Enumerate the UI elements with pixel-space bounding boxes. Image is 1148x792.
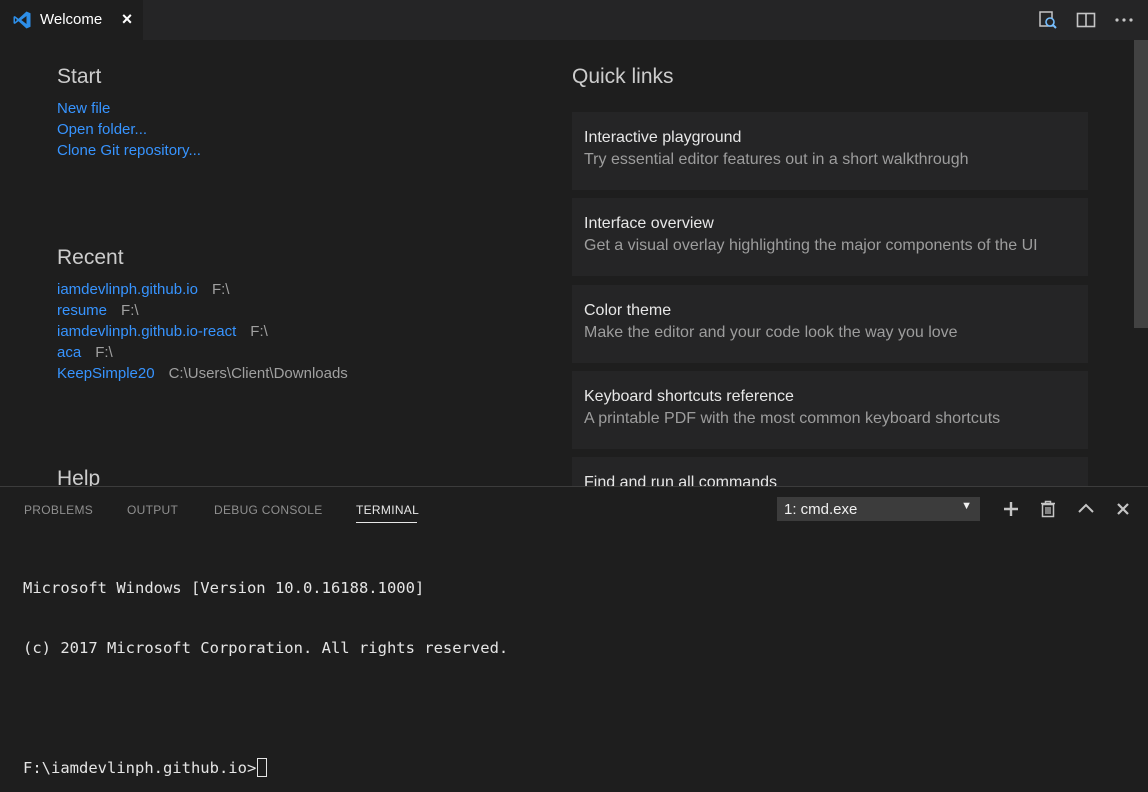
recent-item-link[interactable]: resume — [57, 302, 107, 319]
terminal-output[interactable]: Microsoft Windows [Version 10.0.16188.10… — [23, 538, 508, 792]
quick-link-desc: Try essential editor features out in a s… — [584, 151, 969, 168]
quick-link-title: Interactive playground — [584, 129, 742, 146]
quick-link-title: Color theme — [584, 302, 672, 319]
tab-output[interactable]: OUTPUT — [127, 503, 178, 517]
bottom-panel: PROBLEMS OUTPUT DEBUG CONSOLE TERMINAL 1… — [0, 486, 1148, 792]
recent-item-path: F:\ — [211, 281, 230, 298]
recent-title: Recent — [57, 246, 124, 269]
quick-link-card-interface-overview[interactable]: Interface overview Get a visual overlay … — [572, 198, 1088, 276]
quick-link-card-find-commands[interactable]: Find and run all commands — [572, 457, 1088, 486]
quick-link-title: Interface overview — [584, 215, 714, 232]
open-folder-link[interactable]: Open folder... — [57, 121, 147, 138]
recent-item-path: F:\ — [250, 323, 268, 340]
close-icon[interactable] — [1113, 499, 1133, 519]
quick-link-desc: Get a visual overlay highlighting the ma… — [584, 237, 1038, 254]
terminal-line: Microsoft Windows [Version 10.0.16188.10… — [23, 579, 425, 597]
dropdown-arrow-icon: ▼ — [961, 500, 972, 512]
welcome-page: Start New file Open folder... Clone Git … — [0, 40, 1148, 486]
quick-link-title: Find and run all commands — [584, 474, 777, 486]
start-title: Start — [57, 65, 102, 88]
welcome-scrollbar[interactable] — [1134, 40, 1148, 328]
trash-icon[interactable] — [1038, 499, 1058, 519]
recent-item: iamdevlinph.github.io-react F:\ — [57, 323, 268, 344]
recent-item-link[interactable]: iamdevlinph.github.io-react — [57, 323, 236, 340]
clone-git-link[interactable]: Clone Git repository... — [57, 142, 201, 159]
vscode-logo-icon — [13, 11, 31, 29]
recent-item: aca F:\ — [57, 344, 113, 365]
quick-link-desc: Make the editor and your code look the w… — [584, 324, 958, 341]
recent-item: resume F:\ — [57, 302, 139, 323]
add-icon[interactable] — [1001, 499, 1021, 519]
editor-tab-bar: Welcome × — [0, 0, 1148, 40]
terminal-select-value: 1: cmd.exe — [784, 501, 858, 518]
quick-link-title: Keyboard shortcuts reference — [584, 388, 794, 405]
terminal-prompt: F:\iamdevlinph.github.io> — [23, 759, 257, 777]
tab-problems[interactable]: PROBLEMS — [24, 503, 93, 517]
tab-terminal[interactable]: TERMINAL — [356, 503, 419, 517]
active-tab-indicator — [356, 522, 417, 523]
open-preview-icon[interactable] — [1036, 8, 1060, 32]
terminal-prompt-line: F:\iamdevlinph.github.io> — [23, 758, 508, 778]
new-file-link[interactable]: New file — [57, 100, 110, 117]
tab-close-icon[interactable]: × — [118, 9, 136, 29]
terminal-cursor — [257, 758, 268, 777]
split-editor-icon[interactable] — [1074, 8, 1098, 32]
recent-item-link[interactable]: aca — [57, 344, 81, 361]
recent-item-path: F:\ — [121, 302, 139, 319]
recent-item-path: C:\Users\Client\Downloads — [168, 365, 348, 382]
recent-item-path: F:\ — [95, 344, 113, 361]
quick-link-desc: A printable PDF with the most common key… — [584, 410, 1001, 427]
quick-links-title: Quick links — [572, 65, 674, 88]
quick-link-card-keyboard-shortcuts[interactable]: Keyboard shortcuts reference A printable… — [572, 371, 1088, 449]
quick-link-card-color-theme[interactable]: Color theme Make the editor and your cod… — [572, 285, 1088, 363]
terminal-line: (c) 2017 Microsoft Corporation. All righ… — [23, 639, 509, 657]
quick-link-card-playground[interactable]: Interactive playground Try essential edi… — [572, 112, 1088, 190]
tab-debug-console[interactable]: DEBUG CONSOLE — [214, 503, 323, 517]
help-title: Help — [57, 467, 101, 486]
tab-welcome[interactable]: Welcome × — [0, 0, 143, 40]
recent-item-link[interactable]: iamdevlinph.github.io — [57, 281, 198, 298]
recent-item: KeepSimple20 C:\Users\Client\Downloads — [57, 365, 348, 386]
terminal-select[interactable]: 1: cmd.exe ▼ — [777, 497, 980, 521]
recent-item: iamdevlinph.github.io F:\ — [57, 281, 229, 302]
tab-title: Welcome — [40, 11, 103, 28]
chevron-up-icon[interactable] — [1076, 499, 1096, 519]
recent-item-link[interactable]: KeepSimple20 — [57, 365, 155, 382]
more-actions-icon[interactable] — [1112, 8, 1136, 32]
